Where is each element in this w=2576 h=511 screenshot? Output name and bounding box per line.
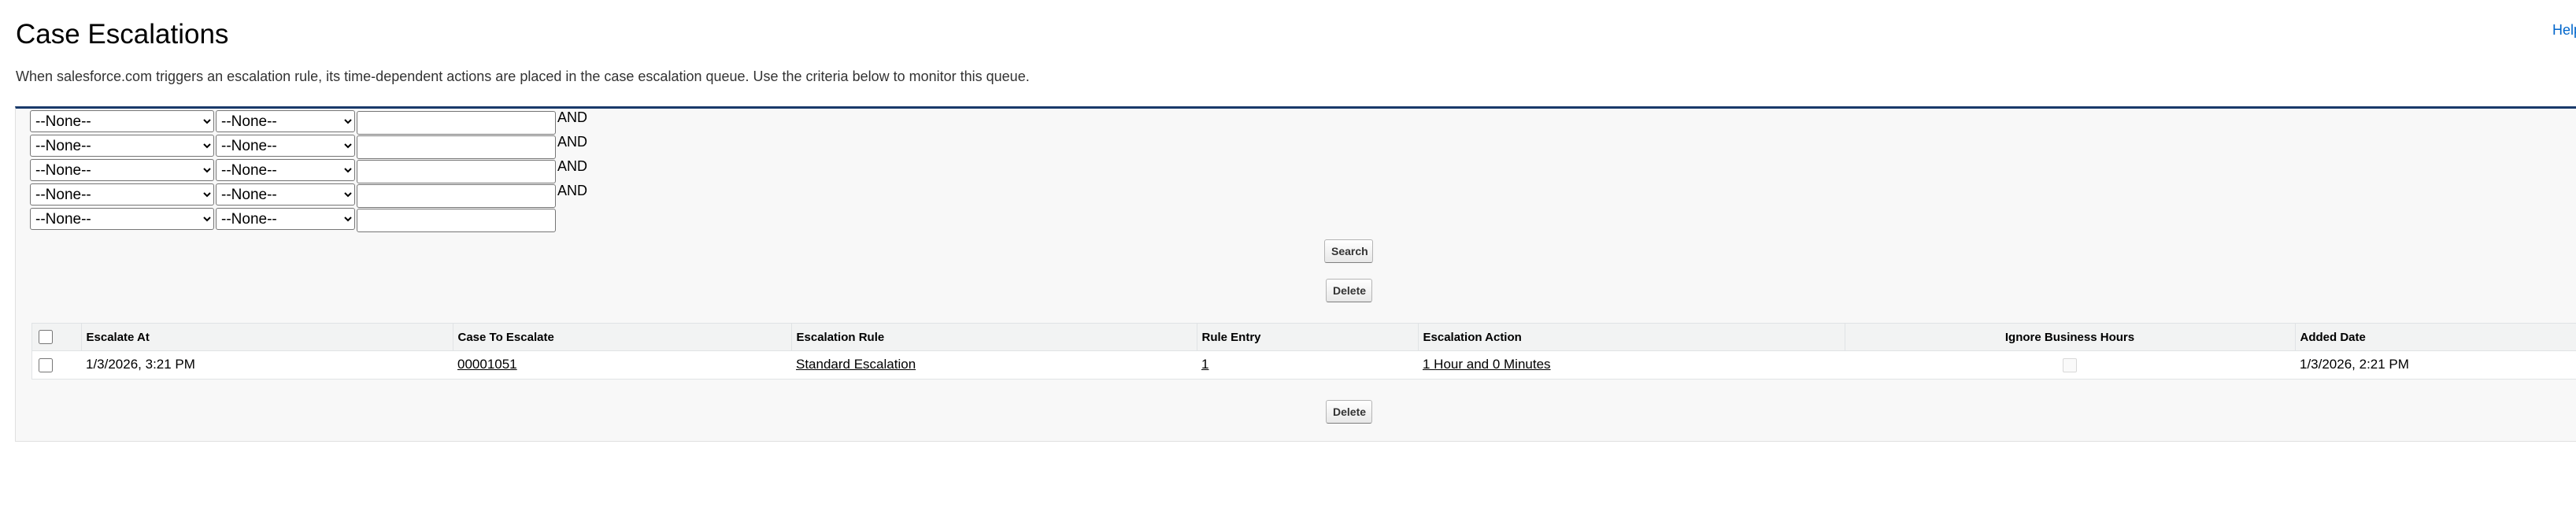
filter-connector-4: AND <box>557 183 588 198</box>
header-escalation-rule[interactable]: Escalation Rule <box>791 324 1197 351</box>
filter-connector-1: AND <box>557 109 588 125</box>
delete-button-top[interactable]: Delete <box>1326 279 1372 302</box>
filter-row-5: --None-- --None-- <box>30 208 556 232</box>
header-added-date[interactable]: Added Date <box>2295 324 2576 351</box>
select-all-checkbox[interactable] <box>39 330 53 345</box>
help-link[interactable]: Help for this Page <box>2552 22 2576 39</box>
row-select-cell <box>32 351 81 379</box>
escalation-rule-cell: Standard Escalation <box>791 351 1197 379</box>
case-number-link[interactable]: 00001051 <box>457 357 517 372</box>
added-date-cell: 1/3/2026, 2:21 PM <box>2300 357 2409 372</box>
row-select-checkbox[interactable] <box>39 357 53 372</box>
escalation-rule-link[interactable]: Standard Escalation <box>796 357 916 372</box>
search-button[interactable]: Search <box>1324 239 1373 263</box>
filter-field-select-2[interactable]: --None-- <box>30 135 214 157</box>
filter-field-select-3[interactable]: --None-- <box>30 159 214 181</box>
escalation-action-cell: 1 Hour and 0 Minutes <box>1418 351 1845 379</box>
filter-row-3: --None-- --None-- AND <box>30 158 588 183</box>
filter-operator-select-4[interactable]: --None-- <box>216 183 355 206</box>
escalation-queue-panel: --None-- --None-- AND --None-- --None-- … <box>15 106 2576 442</box>
filter-operator-select-2[interactable]: --None-- <box>216 135 355 157</box>
filter-connector-2: AND <box>557 134 588 150</box>
header-escalate-at[interactable]: Escalate At <box>81 324 453 351</box>
select-all-header <box>32 324 82 351</box>
escalate-at-cell: 1/3/2026, 3:21 PM <box>86 357 195 372</box>
filter-operator-select-5[interactable]: --None-- <box>216 208 355 230</box>
filter-field-select-5[interactable]: --None-- <box>30 208 214 230</box>
rule-entry-cell: 1 <box>1197 351 1418 379</box>
ignore-business-hours-cell <box>1845 351 2295 379</box>
filter-row-1: --None-- --None-- AND <box>30 109 588 135</box>
escalation-action-link[interactable]: 1 Hour and 0 Minutes <box>1423 357 1551 372</box>
page-title: Case Escalations <box>16 19 229 50</box>
filter-value-input-4[interactable] <box>357 184 556 208</box>
page-description: When salesforce.com triggers an escalati… <box>16 69 1030 84</box>
table-header-row: Escalate At Case To Escalate Escalation … <box>32 324 2576 351</box>
header-rule-entry[interactable]: Rule Entry <box>1197 324 1419 351</box>
header-ignore-business-hours[interactable]: Ignore Business Hours <box>1845 324 2296 351</box>
filter-operator-select-1[interactable]: --None-- <box>216 110 355 132</box>
header-escalation-action[interactable]: Escalation Action <box>1418 324 1845 351</box>
filter-value-input-5[interactable] <box>357 209 556 232</box>
filter-row-2: --None-- --None-- AND <box>30 134 588 159</box>
filter-field-select-4[interactable]: --None-- <box>30 183 214 206</box>
filter-field-select-1[interactable]: --None-- <box>30 110 214 132</box>
filter-value-input-3[interactable] <box>357 160 556 183</box>
filter-value-input-2[interactable] <box>357 135 556 159</box>
case-to-escalate-cell: 00001051 <box>453 351 791 379</box>
header-case-to-escalate[interactable]: Case To Escalate <box>453 324 792 351</box>
table-row: 1/3/2026, 3:21 PM 00001051 Standard Esca… <box>32 351 2576 379</box>
ignore-business-hours-checkbox <box>2063 357 2077 372</box>
filter-row-4: --None-- --None-- AND <box>30 183 588 208</box>
delete-button-bottom[interactable]: Delete <box>1326 400 1372 424</box>
case-escalations-page: Case Escalations Help for this Page When… <box>0 0 2576 511</box>
rule-entry-link[interactable]: 1 <box>1201 357 1208 372</box>
escalation-queue-table: Escalate At Case To Escalate Escalation … <box>31 323 2576 380</box>
filter-value-input-1[interactable] <box>357 111 556 135</box>
filter-operator-select-3[interactable]: --None-- <box>216 159 355 181</box>
filter-connector-3: AND <box>557 158 588 174</box>
